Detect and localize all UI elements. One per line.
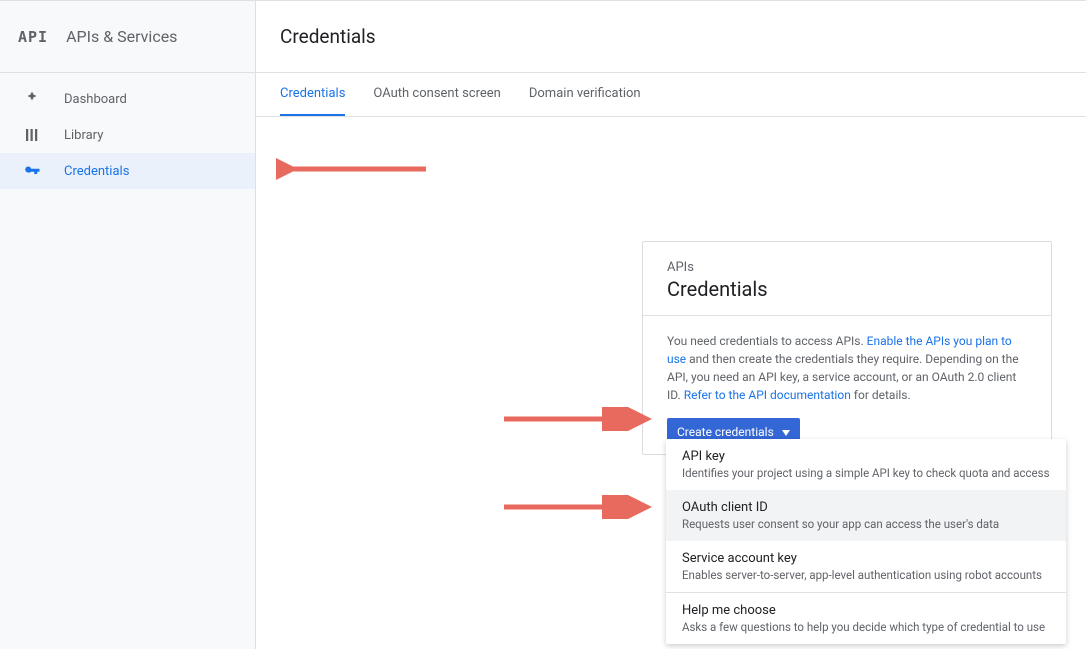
dashboard-icon <box>22 89 42 109</box>
tab-credentials[interactable]: Credentials <box>280 73 345 116</box>
create-credentials-menu: API key Identifies your project using a … <box>666 439 1066 644</box>
menu-item-oauth-client-id[interactable]: OAuth client ID Requests user consent so… <box>666 490 1066 541</box>
key-icon <box>22 161 42 181</box>
desc-text: You need credentials to access APIs. <box>667 334 867 348</box>
card-body: You need credentials to access APIs. Ena… <box>643 316 1051 454</box>
api-logo: API <box>18 28 48 46</box>
menu-item-title: API key <box>682 449 1050 464</box>
caret-down-icon <box>782 425 790 439</box>
card-description: You need credentials to access APIs. Ena… <box>667 332 1027 404</box>
tab-oauth-consent[interactable]: OAuth consent screen <box>373 73 500 116</box>
app-root: API APIs & Services Dashboard Library <box>0 0 1086 649</box>
card-header: APIs Credentials <box>643 242 1051 316</box>
menu-item-subtitle: Asks a few questions to help you decide … <box>682 620 1050 634</box>
sidebar-item-label: Credentials <box>64 164 129 179</box>
credentials-card: APIs Credentials You need credentials to… <box>642 241 1052 455</box>
sidebar-header: API APIs & Services <box>0 1 255 73</box>
card-eyebrow: APIs <box>667 260 1027 275</box>
sidebar-nav: Dashboard Library Credentials <box>0 73 255 189</box>
api-documentation-link[interactable]: Refer to the API documentation <box>684 388 851 402</box>
tab-domain-verification[interactable]: Domain verification <box>529 73 641 116</box>
menu-item-title: Help me choose <box>682 603 1050 618</box>
main-header: Credentials <box>256 1 1086 73</box>
sidebar-item-label: Dashboard <box>64 92 127 107</box>
card-title: Credentials <box>667 277 1027 301</box>
menu-item-service-account-key[interactable]: Service account key Enables server-to-se… <box>666 541 1066 592</box>
sidebar: API APIs & Services Dashboard Library <box>0 1 256 649</box>
tabs: Credentials OAuth consent screen Domain … <box>256 73 1086 117</box>
sidebar-item-dashboard[interactable]: Dashboard <box>0 81 255 117</box>
menu-item-subtitle: Identifies your project using a simple A… <box>682 466 1050 480</box>
menu-item-subtitle: Enables server-to-server, app-level auth… <box>682 568 1050 582</box>
sidebar-item-credentials[interactable]: Credentials <box>0 153 255 189</box>
menu-item-subtitle: Requests user consent so your app can ac… <box>682 517 1050 531</box>
menu-item-api-key[interactable]: API key Identifies your project using a … <box>666 439 1066 490</box>
menu-item-help-me-choose[interactable]: Help me choose Asks a few questions to h… <box>666 593 1066 644</box>
sidebar-item-label: Library <box>64 128 103 143</box>
button-label: Create credentials <box>677 425 774 439</box>
desc-text: for details. <box>851 388 911 402</box>
menu-item-title: OAuth client ID <box>682 500 1050 515</box>
page-title: Credentials <box>280 25 376 48</box>
sidebar-title: APIs & Services <box>66 27 177 46</box>
sidebar-item-library[interactable]: Library <box>0 117 255 153</box>
library-icon <box>22 125 42 145</box>
menu-item-title: Service account key <box>682 551 1050 566</box>
